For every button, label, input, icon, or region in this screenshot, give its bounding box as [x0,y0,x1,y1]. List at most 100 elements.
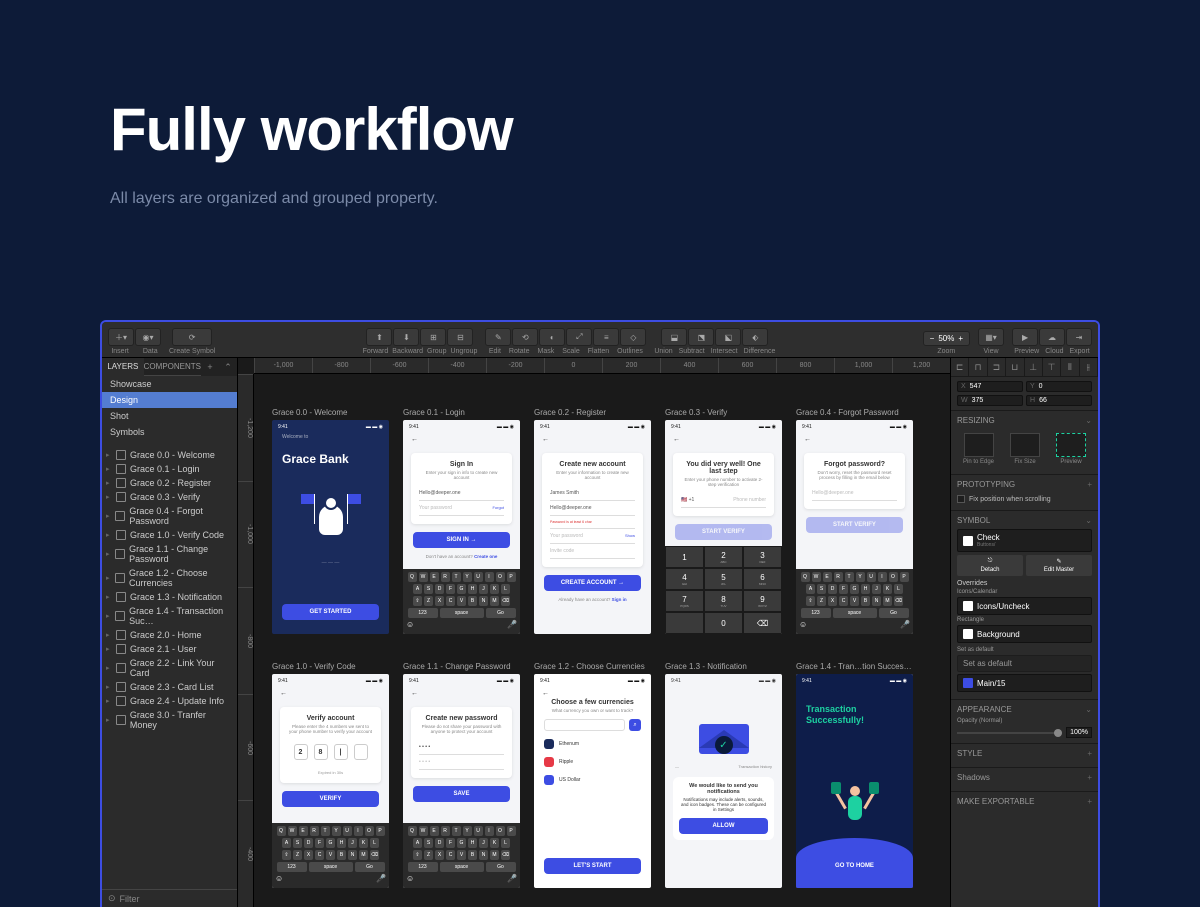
layer-row[interactable]: ▸Grace 2.2 - Link Your Card [102,656,237,680]
get-started-button: GET STARTED [282,604,379,620]
layer-row[interactable]: ▸Grace 1.3 - Notification [102,590,237,604]
tab-components[interactable]: COMPONENTS [144,358,201,376]
add-icon[interactable]: + [1087,773,1092,782]
layer-row[interactable]: ▸Grace 0.3 - Verify [102,490,237,504]
distribute-v-icon[interactable]: ⫲ [1080,358,1098,376]
outlines-button[interactable]: ◇ [620,328,646,346]
override-icons-field[interactable]: Icons/Uncheck [957,597,1092,615]
pos-x-field[interactable]: X547 [957,381,1023,392]
symbol-selector[interactable]: CheckButtons/ [957,529,1092,552]
backward-button[interactable]: ⬇ [393,328,419,346]
page-item[interactable]: Shot [102,408,237,424]
layer-row[interactable]: ▸Grace 3.0 - Tranfer Money [102,708,237,732]
insert-button[interactable]: ＋▾ [108,328,134,346]
resize-preview-button[interactable]: Preview [1056,433,1086,465]
chevron-down-icon[interactable]: ⌄ [1085,705,1092,714]
artboard-forgot[interactable]: Grace 0.4 - Forgot Password 9:41▬ ▬ ◉ ← … [796,408,913,634]
zoom-control[interactable]: −50%+ [923,331,970,346]
create-symbol-button[interactable]: ⟳ [172,328,212,346]
chevron-down-icon[interactable]: ⌄ [1085,516,1092,525]
search-icon: ⌕ [629,719,641,731]
ruler-vertical: -1,200-1,000-800-600-400 [238,374,254,907]
hero-title: Fully workflow [110,95,1200,164]
override-rectangle-field[interactable]: Background [957,625,1092,643]
forward-button[interactable]: ⬆ [366,328,392,346]
set-default-placeholder: Set as default [957,655,1092,672]
page-item[interactable]: Symbols [102,424,237,440]
layer-row[interactable]: ▸Grace 0.1 - Login [102,462,237,476]
layer-row[interactable]: ▸Grace 2.0 - Home [102,628,237,642]
align-middle-icon[interactable]: ⊥ [1025,358,1043,376]
align-bottom-icon[interactable]: ⊤ [1043,358,1061,376]
artboard-change-password[interactable]: Grace 1.1 - Change Password 9:41▬ ▬ ◉ ← … [403,662,520,888]
view-button[interactable]: ▦▾ [978,328,1004,346]
difference-button[interactable]: ⬖ [742,328,768,346]
layer-row[interactable]: ▸Grace 2.4 - Update Info [102,694,237,708]
data-button[interactable]: ◉▾ [135,328,161,346]
add-icon[interactable]: + [1087,480,1092,489]
distribute-h-icon[interactable]: ⫴ [1061,358,1079,376]
artboard-register[interactable]: Grace 0.2 - Register 9:41▬ ▬ ◉ ← Create … [534,408,651,634]
canvas[interactable]: -1,000-800-600-400-20002004006008001,000… [238,358,950,907]
add-page-button[interactable]: + [201,358,219,376]
align-center-h-icon[interactable]: ⊓ [969,358,987,376]
rotate-button[interactable]: ⟲ [512,328,538,346]
artboard-login[interactable]: Grace 0.1 - Login 9:41▬ ▬ ◉ ← Sign In En… [403,408,520,634]
layer-row[interactable]: ▸Grace 1.0 - Verify Code [102,528,237,542]
layer-row[interactable]: ▸Grace 1.1 - Change Password [102,542,237,566]
cloud-button[interactable]: ☁ [1039,328,1065,346]
artboard-success[interactable]: Grace 1.4 - Tran…tion Successfully 9:41▬… [796,662,913,888]
group-button[interactable]: ⊞ [420,328,446,346]
artboard-verify-code[interactable]: Grace 1.0 - Verify Code 9:41▬ ▬ ◉ ← Veri… [272,662,389,888]
edit-button[interactable]: ✎ [485,328,511,346]
artboard-currencies[interactable]: Grace 1.2 - Choose Currencies 9:41▬ ▬ ◉ … [534,662,651,888]
ungroup-button[interactable]: ⊟ [447,328,473,346]
collapse-pages-icon[interactable]: ⌃ [219,358,237,376]
scale-button[interactable]: ⤢ [566,328,592,346]
subtract-button[interactable]: ⬔ [688,328,714,346]
union-button[interactable]: ⬓ [661,328,687,346]
align-left-icon[interactable]: ⊏ [951,358,969,376]
chevron-down-icon[interactable]: ⌄ [1085,416,1092,425]
alignment-controls: ⊏ ⊓ ⊐ ⊔ ⊥ ⊤ ⫴ ⫲ [951,358,1098,377]
tab-layers[interactable]: LAYERS [102,358,144,376]
fix-size-button[interactable]: Fix Size [1010,433,1040,465]
width-field[interactable]: W375 [957,395,1023,406]
sketch-app-window: ＋▾ ◉▾ InsertData ⟳ Create Symbol ⬆ ⬇ ⊞ ⊟… [100,320,1100,907]
page-item[interactable]: Design [102,392,237,408]
pos-y-field[interactable]: Y0 [1026,381,1092,392]
pin-to-edge-button[interactable]: Pin to Edge [963,433,994,465]
flatten-button[interactable]: ≡ [593,328,619,346]
add-icon[interactable]: + [1087,797,1092,806]
align-top-icon[interactable]: ⊔ [1006,358,1024,376]
search-input [544,719,625,731]
layer-row[interactable]: ▸Grace 1.4 - Transaction Suc… [102,604,237,628]
layer-row[interactable]: ▸Grace 1.2 - Choose Currencies [102,566,237,590]
export-button[interactable]: ⇥ [1066,328,1092,346]
edit-master-button[interactable]: ✎Edit Master [1026,555,1092,576]
opacity-slider[interactable] [957,732,1062,734]
mask-button[interactable]: ◐ [539,328,565,346]
align-right-icon[interactable]: ⊐ [988,358,1006,376]
artboard-welcome[interactable]: Grace 0.0 - Welcome 9:41▬ ▬ ◉ Welcome to… [272,408,389,634]
layer-row[interactable]: ▸Grace 0.4 - Forgot Password [102,504,237,528]
detach-button[interactable]: ⎋Detach [957,555,1023,576]
success-illustration [835,786,875,846]
envelope-illustration: ✓ [699,718,749,754]
fix-scroll-checkbox[interactable]: Fix position when scrolling [957,493,1092,505]
layer-row[interactable]: ▸Grace 2.1 - User [102,642,237,656]
artboard-verify[interactable]: Grace 0.3 - Verify 9:41▬ ▬ ◉ ← You did v… [665,408,782,634]
layer-row[interactable]: ▸Grace 0.0 - Welcome [102,448,237,462]
set-default-value[interactable]: Main/15 [957,674,1092,692]
page-item[interactable]: Showcase [102,376,237,392]
preview-button[interactable]: ▶ [1012,328,1038,346]
artboard-notification[interactable]: Grace 1.3 - Notification 9:41▬ ▬ ◉ ✓ —Tr… [665,662,782,888]
intersect-button[interactable]: ⬕ [715,328,741,346]
layer-row[interactable]: ▸Grace 0.2 - Register [102,476,237,490]
layer-row[interactable]: ▸Grace 2.3 - Card List [102,680,237,694]
signin-button: SIGN IN → [413,532,510,548]
hero-subtitle: All layers are organized and grouped pro… [110,190,1200,208]
filter-input[interactable]: ⊙ Filter [102,889,237,907]
add-icon[interactable]: + [1087,749,1092,758]
height-field[interactable]: H66 [1026,395,1092,406]
